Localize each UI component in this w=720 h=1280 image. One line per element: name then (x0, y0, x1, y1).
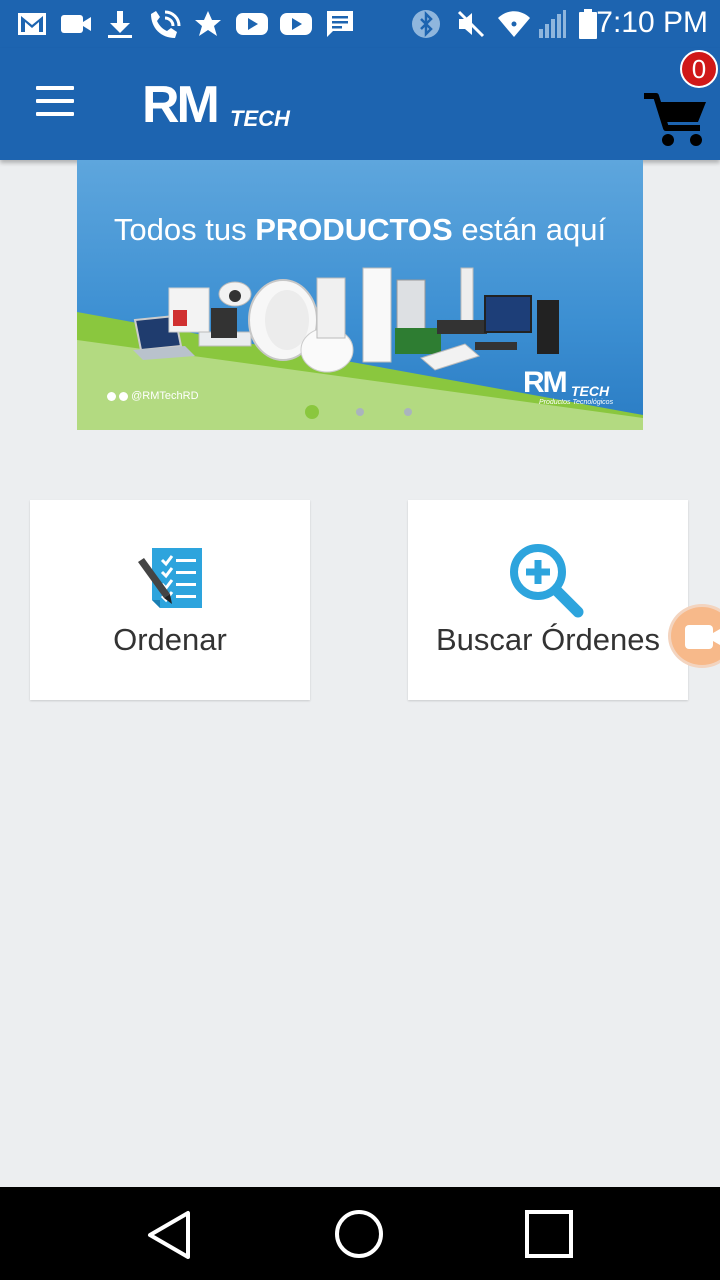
back-icon (148, 1211, 190, 1259)
recents-button[interactable] (518, 1203, 580, 1265)
youtube-icon (278, 8, 314, 40)
mute-icon (454, 8, 488, 40)
wifi-call-icon (146, 8, 182, 40)
home-icon (335, 1210, 383, 1258)
video-call-icon (58, 8, 94, 40)
facebook-icon (107, 391, 116, 401)
checklist-pen-icon (138, 548, 202, 608)
instagram-icon (119, 391, 129, 401)
app-bar: RM TECH (0, 48, 720, 160)
download-icon (104, 8, 136, 40)
banner-logo-text: RM (523, 366, 566, 399)
cart-icon (644, 93, 706, 146)
home-button[interactable] (328, 1203, 390, 1265)
back-button[interactable] (142, 1205, 202, 1265)
search-orders-card[interactable]: Buscar Órdenes (408, 500, 688, 700)
banner-social-handle: @RMTechRD (107, 390, 199, 402)
wifi-icon (496, 8, 532, 40)
gmail-icon (16, 8, 48, 40)
logo-text: RM (142, 78, 217, 130)
video-camera-icon (685, 625, 720, 649)
message-icon (324, 8, 356, 40)
star-icon (192, 8, 224, 40)
carousel-indicator (77, 404, 643, 420)
order-card[interactable]: Ordenar (30, 500, 310, 700)
carousel-dot-3[interactable] (404, 408, 412, 416)
order-label: Ordenar (113, 622, 227, 657)
carousel-dot-2[interactable] (356, 408, 364, 416)
menu-button[interactable] (30, 86, 80, 122)
cart-count-badge: 0 (680, 50, 718, 88)
cart-button[interactable] (640, 88, 710, 152)
logo-subtext: TECH (230, 106, 291, 130)
carousel-dot-1[interactable] (305, 405, 319, 419)
banner-logo-subtext: TECH (571, 383, 610, 399)
recents-icon (525, 1210, 573, 1258)
bluetooth-icon (410, 8, 442, 40)
status-bar: 7:10 PM (0, 0, 720, 48)
navigation-bar (0, 1187, 720, 1280)
clock: 7:10 PM (596, 6, 708, 39)
youtube-icon (234, 8, 270, 40)
promo-banner[interactable]: Todos tus PRODUCTOS están aquí RM TECH P… (77, 160, 643, 430)
app-logo: RM TECH (142, 76, 292, 134)
search-orders-label: Buscar Órdenes (436, 622, 660, 657)
menu-icon (36, 86, 74, 90)
signal-icon (536, 8, 568, 40)
zoom-in-search-icon (510, 544, 584, 618)
